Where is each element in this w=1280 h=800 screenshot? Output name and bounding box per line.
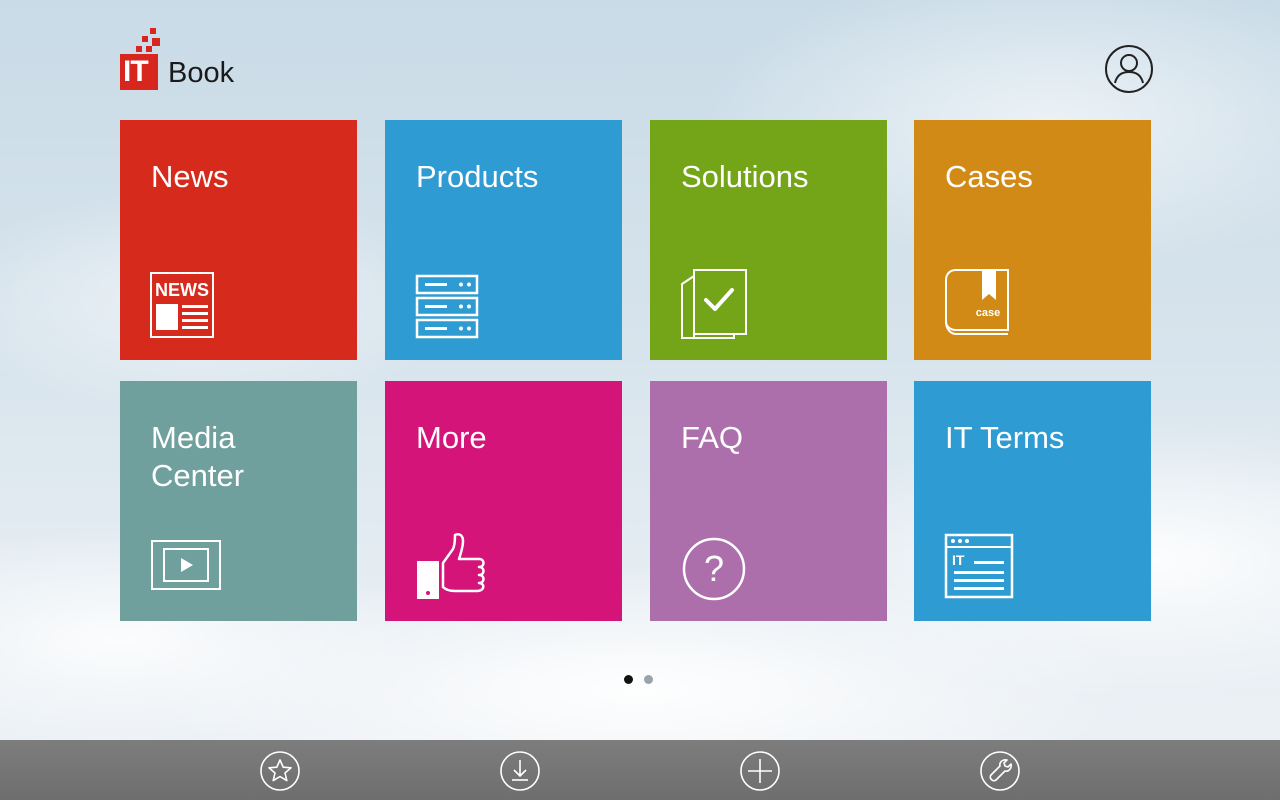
tile-label: Solutions xyxy=(681,159,809,194)
tile-more[interactable]: More xyxy=(385,381,622,621)
document-check-icon xyxy=(681,269,747,339)
video-play-icon xyxy=(151,540,221,590)
tile-label: FAQ xyxy=(681,420,744,455)
page-dot-active[interactable] xyxy=(624,675,633,684)
tile-media-center[interactable]: Media Center xyxy=(120,381,357,621)
glossary-icon: IT xyxy=(944,533,1014,599)
tile-cases[interactable]: Cases case xyxy=(914,120,1151,360)
add-button[interactable] xyxy=(739,750,781,792)
case-icon-text: case xyxy=(976,307,1000,319)
download-icon xyxy=(500,751,540,791)
glossary-icon-text: IT xyxy=(952,552,965,568)
tile-label: News xyxy=(151,159,229,194)
tile-label: More xyxy=(416,420,487,455)
news-icon-text: NEWS xyxy=(155,280,209,300)
wrench-icon xyxy=(980,751,1020,791)
logo-mark-text: IT xyxy=(123,55,149,88)
tile-label: IT Terms xyxy=(945,420,1065,455)
tile-faq[interactable]: FAQ ? xyxy=(650,381,887,621)
logo-pixel xyxy=(136,46,142,52)
downloads-button[interactable] xyxy=(499,750,541,792)
logo-pixel xyxy=(146,46,152,52)
case-book-icon: case xyxy=(945,269,1009,335)
logo-pixel xyxy=(142,36,148,42)
news-icon: NEWS xyxy=(150,272,214,338)
page-dot[interactable] xyxy=(644,675,653,684)
profile-button[interactable] xyxy=(1104,44,1154,94)
thumbs-up-icon xyxy=(417,533,485,599)
favorites-button[interactable] xyxy=(259,750,301,792)
add-icon xyxy=(740,751,780,791)
app-logo: IT Book xyxy=(120,28,320,92)
logo-pixel xyxy=(150,28,156,34)
svg-text:?: ? xyxy=(704,548,724,589)
question-icon: ? xyxy=(682,537,746,601)
server-icon xyxy=(415,274,479,339)
tile-it-terms[interactable]: IT Terms IT xyxy=(914,381,1151,621)
tile-news[interactable]: News NEWS xyxy=(120,120,357,360)
logo-word: Book xyxy=(168,57,235,89)
logo-pixel xyxy=(152,38,160,46)
settings-button[interactable] xyxy=(979,750,1021,792)
tile-products[interactable]: Products xyxy=(385,120,622,360)
user-icon xyxy=(1105,45,1153,93)
tile-label: Media Center xyxy=(151,420,245,493)
tile-label: Products xyxy=(416,159,539,194)
star-icon xyxy=(260,751,300,791)
bottom-toolbar xyxy=(0,740,1280,800)
tile-solutions[interactable]: Solutions xyxy=(650,120,887,360)
tile-label: Cases xyxy=(945,159,1033,194)
